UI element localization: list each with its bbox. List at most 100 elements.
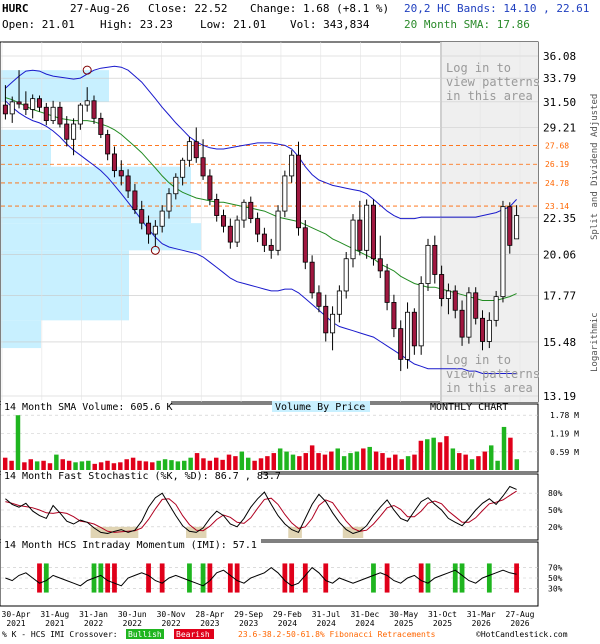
imi-bullish-signal xyxy=(200,563,206,593)
x-axis-label-date: 30-Apr xyxy=(2,610,31,619)
stoch-tick-label: 80% xyxy=(548,489,563,498)
candle-body-up xyxy=(493,296,499,321)
candle-body-up xyxy=(500,206,506,298)
volume-bar xyxy=(482,451,488,470)
candle-body-down xyxy=(64,123,70,140)
candle-body-down xyxy=(507,206,513,246)
volume-bar xyxy=(233,456,238,470)
candle-body-down xyxy=(16,101,22,105)
x-axis-label-year: 2025 xyxy=(394,619,413,628)
x-axis-label-year: 2023 xyxy=(239,619,258,628)
candle[interactable] xyxy=(500,200,506,303)
candle[interactable] xyxy=(425,238,431,291)
volume-bar xyxy=(412,454,417,470)
candle[interactable] xyxy=(466,287,472,344)
patterns-note-line-4: Log in to xyxy=(446,353,511,367)
volume-bar xyxy=(194,453,200,470)
candle[interactable] xyxy=(364,199,370,259)
candle-body-up xyxy=(84,100,90,106)
candle-body-up xyxy=(275,210,281,251)
x-axis-label-year: 2024 xyxy=(355,619,374,628)
candle[interactable] xyxy=(405,302,411,369)
volume-bar xyxy=(150,462,155,470)
volume-bar xyxy=(488,445,494,470)
candle-body-down xyxy=(261,233,267,246)
candle[interactable] xyxy=(282,170,288,218)
candle[interactable] xyxy=(309,255,315,299)
patterns-note-line-3: in this area xyxy=(446,89,533,103)
header-low: Low: 21.01 xyxy=(200,18,266,31)
volume-bar xyxy=(207,460,213,470)
imi-y-ticks: 70%50%30% xyxy=(548,564,563,594)
x-axis-label-date: 27-Aug xyxy=(506,610,535,619)
imi-bearish-signal xyxy=(418,563,424,593)
x-axis-label: 30-Jun 2022 xyxy=(118,610,147,628)
candle[interactable] xyxy=(295,141,301,236)
price-tick-label: 29.21 xyxy=(543,121,576,134)
volume-bar xyxy=(213,457,219,470)
volume-bar xyxy=(73,462,78,470)
candle-body-down xyxy=(200,157,206,177)
volume-bar xyxy=(380,453,385,470)
volume-bar xyxy=(201,458,206,470)
candle-body-down xyxy=(459,309,465,338)
candle-body-down xyxy=(268,244,274,251)
fib-label: 26.19 xyxy=(545,160,569,169)
volume-bar xyxy=(348,453,353,470)
x-axis-label-date: 30-May xyxy=(389,610,418,619)
volume-bar xyxy=(239,451,245,470)
volume-bar xyxy=(399,459,404,470)
candle-body-up xyxy=(159,210,165,227)
x-axis-label-date: 30-Nov xyxy=(157,610,186,619)
candle-body-up xyxy=(336,290,342,315)
x-axis-label: 29-Sep 2023 xyxy=(234,610,263,628)
volume-bar xyxy=(258,458,264,470)
candle[interactable] xyxy=(234,215,240,248)
volume-bar xyxy=(405,456,411,470)
volume-bar xyxy=(437,442,443,470)
volume-bar xyxy=(220,459,225,470)
volume-bar xyxy=(508,437,513,470)
volume-bar xyxy=(418,440,424,470)
candle[interactable] xyxy=(370,199,376,266)
volume-bar xyxy=(476,456,481,470)
imi-bearish-signal xyxy=(146,563,151,593)
candle-body-down xyxy=(357,219,363,251)
candle-body-down xyxy=(309,261,315,294)
footer-copyright[interactable]: ©HotCandlestick.com xyxy=(476,630,568,639)
volume-bar xyxy=(15,415,21,470)
candle[interactable] xyxy=(275,205,281,256)
candle-body-up xyxy=(180,159,186,178)
volume-bar xyxy=(98,462,104,470)
x-axis-label: 30-May 2025 xyxy=(389,610,418,628)
imi-bullish-signal xyxy=(459,563,465,593)
x-axis-label-date: 31-Dec xyxy=(350,610,379,619)
price-tick-label: 22.35 xyxy=(543,212,576,225)
candle-body-up xyxy=(50,106,56,122)
volume-bar xyxy=(86,460,91,470)
x-axis-label: 31-Dec 2024 xyxy=(350,610,379,628)
x-axis-label: 28-Apr 2023 xyxy=(195,610,224,628)
header-date: 27-Aug-26 xyxy=(70,2,130,15)
volume-bar xyxy=(111,463,117,470)
volume-bar xyxy=(277,448,283,470)
volume-bar xyxy=(118,462,123,470)
candle[interactable] xyxy=(418,276,424,355)
candle-body-up xyxy=(186,141,192,161)
volume-bar xyxy=(79,461,85,470)
chart-type-label: MONTHLY CHART xyxy=(430,402,508,413)
candle-body-up xyxy=(166,193,172,212)
imi-tick-label: 70% xyxy=(548,564,563,573)
volume-bar xyxy=(501,426,507,470)
footer-bearish: Bearish xyxy=(176,630,210,639)
volume-bar xyxy=(450,448,456,470)
price-y-ticks: 36.08 33.79 31.50 29.21 22.35 20.06 17.77 15.48… xyxy=(543,50,576,403)
candle[interactable] xyxy=(302,220,308,270)
candle-body-up xyxy=(152,225,158,235)
price-tick-label: 15.48 xyxy=(543,336,576,349)
x-axis-label: 31-Jul 2024 xyxy=(312,610,341,628)
vbp-bar xyxy=(1,250,129,321)
imi-bearish-signal xyxy=(234,563,240,593)
volume-bar xyxy=(425,439,430,470)
fib-label: 27.68 xyxy=(545,142,569,151)
